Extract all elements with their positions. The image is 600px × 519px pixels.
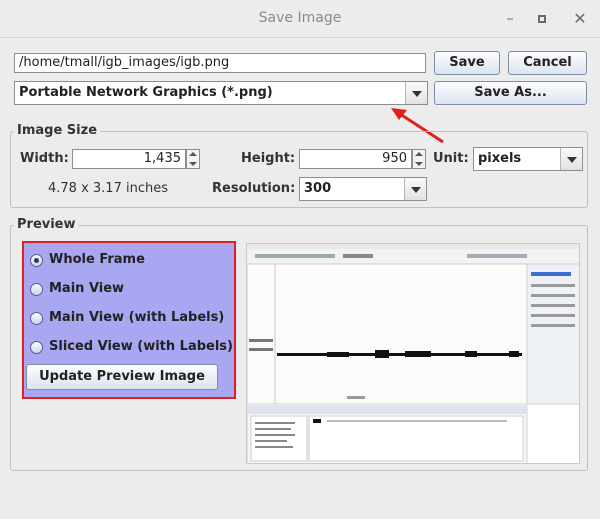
unit-label: Unit:	[433, 151, 469, 166]
cancel-button[interactable]: Cancel	[508, 51, 587, 75]
radio-label: Sliced View (with Labels)	[49, 339, 233, 354]
chevron-down-icon[interactable]	[404, 178, 426, 200]
close-icon[interactable]: ✕	[570, 9, 590, 29]
height-input[interactable]: 950	[299, 149, 412, 169]
file-format-value: Portable Network Graphics (*.png)	[19, 85, 273, 100]
radio-label: Main View	[49, 281, 125, 296]
save-button[interactable]: Save	[434, 51, 500, 75]
width-label: Width:	[20, 151, 69, 166]
save-as-button[interactable]: Save As...	[434, 81, 587, 105]
width-input[interactable]: 1,435	[72, 149, 186, 169]
file-format-select[interactable]: Portable Network Graphics (*.png)	[14, 81, 428, 105]
radio-selected-icon[interactable]	[30, 254, 43, 267]
resolution-value: 300	[304, 181, 332, 196]
title-bar: Save Image – ✕	[0, 0, 600, 38]
height-spinner[interactable]	[412, 149, 426, 169]
preview-image	[246, 243, 580, 464]
radio-icon[interactable]	[30, 283, 43, 296]
maximize-icon[interactable]	[532, 9, 552, 29]
resolution-label: Resolution:	[212, 181, 296, 196]
radio-icon[interactable]	[30, 312, 43, 325]
radio-label: Main View (with Labels)	[49, 310, 225, 325]
radio-label: Whole Frame	[49, 252, 145, 267]
minimize-icon[interactable]: –	[500, 9, 520, 29]
resolution-select[interactable]: 300	[299, 177, 427, 201]
chevron-down-icon[interactable]	[560, 148, 582, 170]
preview-label: Preview	[14, 217, 79, 232]
image-size-label: Image Size	[14, 123, 101, 138]
preview-options-panel: Whole Frame Main View Main View (with La…	[22, 241, 236, 399]
width-spinner[interactable]	[186, 149, 200, 169]
file-path-input[interactable]: /home/tmall/igb_images/igb.png	[14, 53, 426, 73]
unit-value: pixels	[478, 151, 522, 166]
unit-select[interactable]: pixels	[473, 147, 583, 171]
update-preview-button[interactable]: Update Preview Image	[26, 364, 218, 390]
preview-thumbnail	[247, 244, 579, 463]
radio-icon[interactable]	[30, 341, 43, 354]
inches-text: 4.78 x 3.17 inches	[48, 181, 168, 196]
height-label: Height:	[241, 151, 296, 166]
